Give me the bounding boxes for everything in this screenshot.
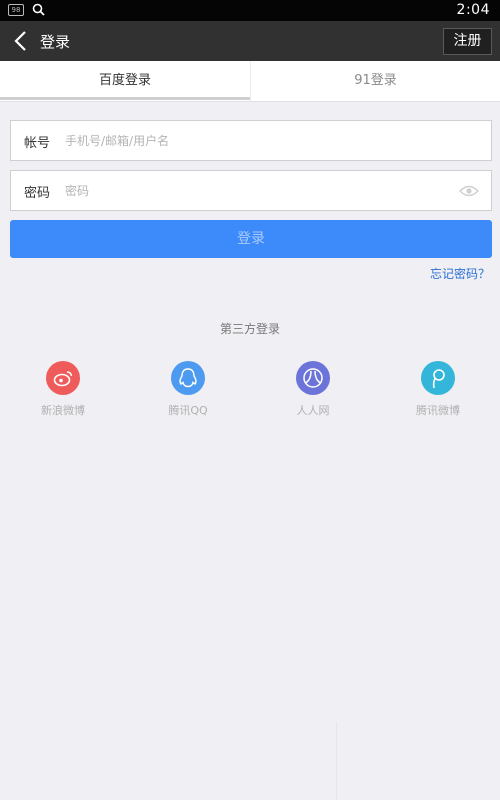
login-tabs: 百度登录 91登录 [0, 61, 500, 102]
weibo-icon [46, 361, 80, 395]
weibo-login[interactable]: 新浪微博 [18, 361, 108, 418]
renren-icon [296, 361, 330, 395]
notification-badge: 98 [8, 3, 24, 16]
login-button[interactable]: 登录 [10, 220, 492, 258]
password-field: 密码 [10, 170, 492, 211]
title-bar: 登录 注册 [0, 21, 500, 61]
status-time: 2:04 [456, 2, 490, 18]
password-label: 密码 [24, 186, 51, 201]
tencent-weibo-label: 腾讯微博 [416, 404, 460, 417]
renren-label: 人人网 [296, 404, 330, 417]
back-arrow-icon[interactable] [12, 30, 32, 52]
active-tab-indicator [0, 97, 250, 100]
register-button[interactable]: 注册 [443, 28, 492, 55]
weibo-label: 新浪微博 [41, 404, 85, 417]
password-input[interactable] [63, 178, 447, 204]
tencent-weibo-login[interactable]: 腾讯微博 [393, 361, 483, 418]
tencent-weibo-icon [421, 361, 455, 395]
account-input[interactable] [63, 128, 447, 154]
status-left: 98 [8, 3, 45, 16]
qq-icon [171, 361, 205, 395]
account-label: 帐号 [24, 136, 51, 151]
account-field: 帐号 [10, 120, 492, 161]
forgot-password-link[interactable]: 忘记密码？ [430, 265, 490, 282]
renren-login[interactable]: 人人网 [268, 361, 358, 418]
qq-label: 腾讯QQ [168, 404, 208, 417]
show-password-eye-icon[interactable] [459, 184, 479, 198]
status-bar: 98 2:04 [0, 0, 500, 21]
tab-91-login[interactable]: 91登录 [250, 61, 500, 101]
search-icon [32, 3, 45, 16]
page-title: 登录 [40, 33, 71, 51]
third-party-title: 第三方登录 [219, 322, 280, 336]
divider [336, 722, 337, 800]
qq-login[interactable]: 腾讯QQ [143, 361, 233, 418]
tab-baidu-login[interactable]: 百度登录 [0, 61, 250, 101]
